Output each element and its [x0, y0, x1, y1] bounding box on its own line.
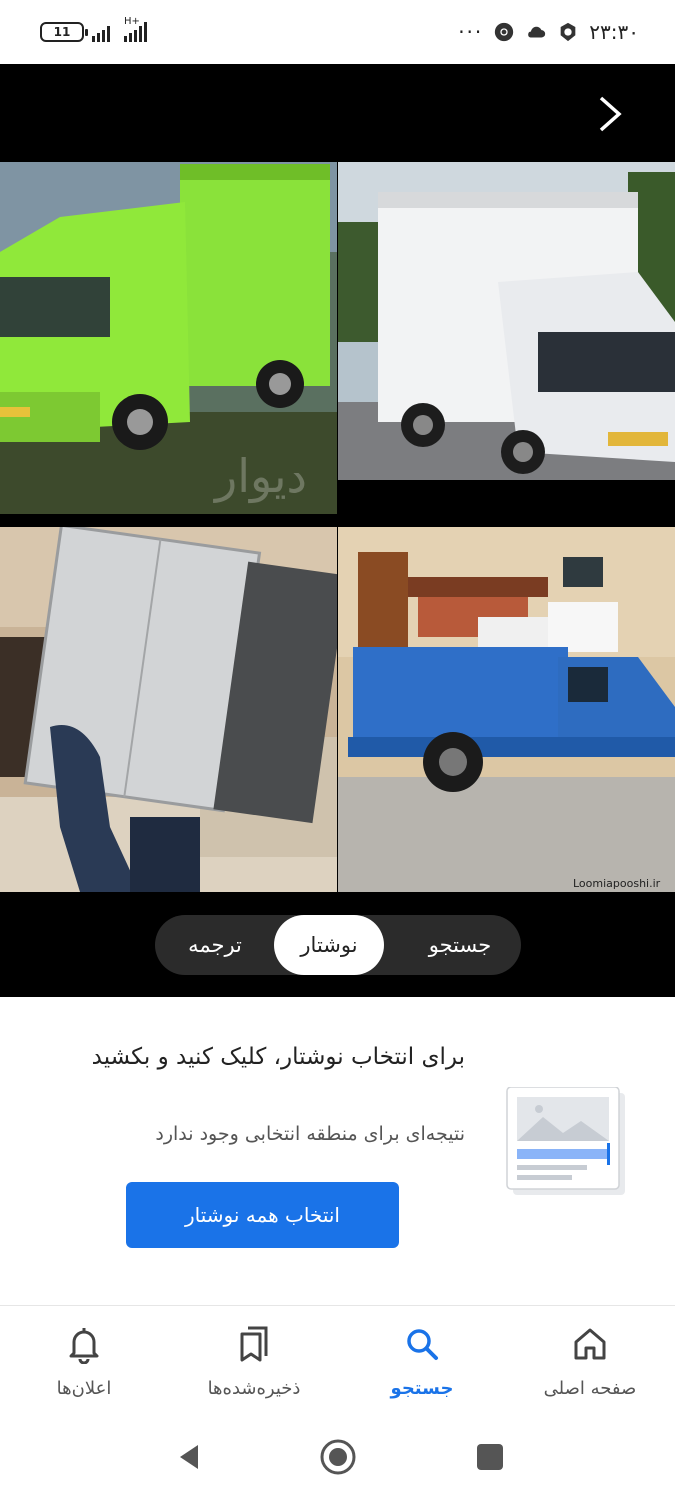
home-button-icon[interactable] — [318, 1437, 358, 1477]
battery-level: 11 — [53, 25, 71, 39]
nav-notifications-label: اعلان‌ها — [56, 1378, 112, 1399]
recent-apps-icon[interactable] — [470, 1437, 510, 1477]
lens-mode-switcher: ترجمه نوشتار جستجو — [155, 915, 521, 975]
signal-icon — [92, 22, 110, 42]
clock: ۲۳:۳۰ — [589, 20, 639, 44]
nav-search[interactable]: جستجو — [352, 1324, 492, 1399]
nav-home[interactable]: صفحه اصلی — [520, 1324, 660, 1399]
nav-saved[interactable]: ذخیره‌شده‌ها — [184, 1324, 324, 1399]
bookmarks-icon — [240, 1326, 268, 1362]
status-right: ··· ۲۳:۳۰ — [458, 20, 639, 44]
nav-home-label: صفحه اصلی — [543, 1378, 637, 1399]
text-selection-panel: برای انتخاب نوشتار، کلیک کنید و بکشید نت… — [0, 997, 675, 1305]
nav-notifications[interactable]: اعلان‌ها — [14, 1324, 154, 1399]
text-selection-illustration-icon — [506, 1087, 625, 1195]
tab-search[interactable]: جستجو — [405, 915, 515, 975]
panel-title: برای انتخاب نوشتار، کلیک کنید و بکشید — [91, 1044, 465, 1070]
system-navigation-bar — [0, 1415, 675, 1500]
blue-pickup-photo: Loomiapooshi.ir — [338, 527, 675, 892]
tab-translate[interactable]: ترجمه — [165, 915, 265, 975]
battery-icon: 11 — [40, 22, 88, 42]
watermark-text: دیوار — [213, 449, 307, 504]
tab-text[interactable]: نوشتار — [274, 915, 384, 975]
watermark-text-2: Loomiapooshi.ir — [573, 877, 661, 890]
vpn-shield-icon — [560, 22, 576, 42]
select-all-text-button[interactable]: انتخاب همه نوشتار — [126, 1182, 399, 1248]
panel-subtitle: نتیجه‌ای برای منطقه انتخابی وجود ندارد — [155, 1123, 465, 1145]
search-icon — [407, 1329, 438, 1360]
more-notifications-icon: ··· — [458, 20, 484, 44]
signal-icon-2: H+ — [124, 16, 147, 42]
next-arrow-icon[interactable] — [595, 94, 625, 134]
network-type: H+ — [124, 16, 140, 27]
white-truck-photo — [338, 162, 675, 480]
bell-icon — [69, 1328, 99, 1364]
bottom-navigation: صفحه اصلی جستجو ذخیره‌شده‌ها اعلان‌ها — [0, 1305, 675, 1415]
green-truck-photo: دیوار — [0, 162, 337, 514]
nav-search-label: جستجو — [390, 1378, 454, 1399]
back-icon[interactable] — [170, 1437, 210, 1477]
nav-saved-label: ذخیره‌شده‌ها — [207, 1378, 301, 1399]
cloud-icon — [528, 26, 546, 38]
status-bar: 11 H+ ··· ۲۳:۳۰ — [0, 0, 675, 64]
home-icon — [574, 1328, 606, 1360]
status-left: 11 H+ — [40, 16, 147, 42]
image-viewer[interactable]: دیوار Loomiapooshi.ir ترجمه نوشتار جستجو — [0, 64, 675, 997]
fridge-carrier-photo — [0, 527, 337, 892]
chrome-icon — [495, 22, 514, 42]
